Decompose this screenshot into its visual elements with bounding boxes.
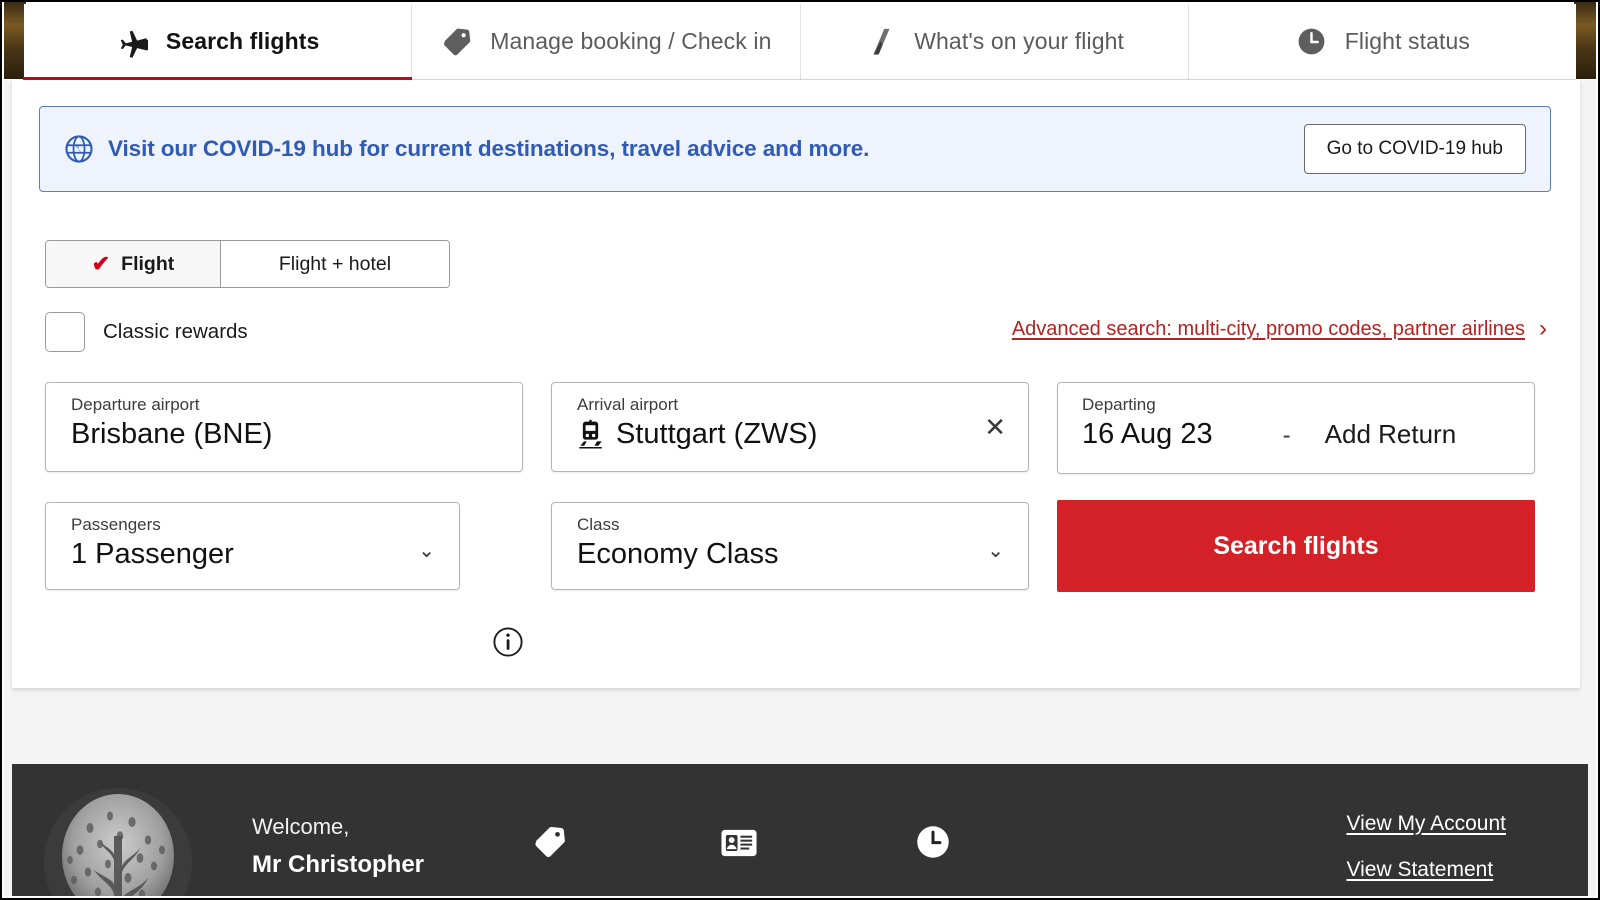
tail-fin-icon [864, 25, 898, 59]
info-icon[interactable] [492, 626, 524, 658]
covid-banner: Visit our COVID-19 hub for current desti… [39, 106, 1551, 192]
departure-airport-value: Brisbane (BNE) [71, 418, 273, 451]
go-to-covid-hub-button[interactable]: Go to COVID-19 hub [1303, 124, 1526, 174]
booking-card: Visit our COVID-19 hub for current desti… [12, 80, 1580, 688]
tab-label: What's on your flight [914, 28, 1124, 54]
tag-icon[interactable] [532, 824, 568, 865]
advanced-search-label: Advanced search: multi-city, promo codes… [1011, 317, 1525, 340]
dates-value-row: 16 Aug 23 - Add Return [1082, 416, 1516, 452]
tab-flight-status[interactable]: Flight status [1188, 4, 1576, 79]
search-flights-button[interactable]: Search flights [1057, 500, 1535, 592]
welcome-username: Mr Christopher [252, 851, 425, 878]
arrival-airport-field[interactable]: Arrival airport Stuttgart (ZWS) ✕ [551, 382, 1029, 472]
browser-edge-left [4, 2, 26, 79]
train-icon [577, 419, 604, 449]
classic-rewards-checkbox[interactable] [45, 312, 85, 352]
tab-manage-booking[interactable]: Manage booking / Check in [412, 4, 801, 79]
arrival-airport-label: Arrival airport [577, 395, 679, 414]
page-content: Visit our COVID-19 hub for current desti… [4, 80, 1596, 896]
advanced-search-link[interactable]: Advanced search: multi-city, promo codes… [1012, 317, 1547, 341]
id-card-icon[interactable] [720, 824, 758, 867]
classic-rewards-label: Classic rewards [103, 320, 248, 343]
trip-type-flight-hotel[interactable]: Flight + hotel [221, 241, 449, 287]
clock-icon [1295, 25, 1329, 59]
trip-type-flight-hotel-label: Flight + hotel [278, 252, 392, 275]
browser-window: Search flights Manage booking / Check in… [0, 0, 1600, 900]
tab-whats-on-your-flight[interactable]: What's on your flight [800, 4, 1189, 79]
class-field[interactable]: Class Economy Class ⌄ [551, 502, 1029, 590]
check-icon: ✔ [91, 251, 111, 276]
tab-label: Search flights [165, 28, 320, 54]
chevron-right-icon: › [1539, 315, 1547, 342]
class-value: Economy Class [577, 538, 779, 571]
tag-icon [440, 25, 474, 59]
welcome-greeting: Welcome, [252, 814, 350, 839]
browser-edge-right [1574, 2, 1596, 79]
covid-banner-text: Visit our COVID-19 hub for current desti… [108, 136, 870, 161]
avatar [44, 788, 192, 896]
account-footer: Welcome, Mr Christopher View My Account … [12, 764, 1588, 896]
chevron-down-icon[interactable]: ⌄ [987, 541, 1004, 561]
airplane-icon [116, 25, 150, 59]
arrival-airport-value-row: Stuttgart (ZWS) [577, 416, 1010, 452]
tab-label: Flight status [1344, 28, 1471, 54]
trip-type-flight-label: Flight [121, 252, 175, 275]
dates-field[interactable]: Departing 16 Aug 23 - Add Return [1057, 382, 1535, 474]
arrival-airport-value: Stuttgart (ZWS) [616, 418, 818, 451]
welcome-block: Welcome, Mr Christopher [252, 814, 424, 879]
clear-arrival-icon[interactable]: ✕ [984, 414, 1006, 440]
chevron-down-icon[interactable]: ⌄ [418, 541, 435, 561]
classic-rewards-group: Classic rewards [45, 312, 248, 352]
add-return-button[interactable]: Add Return [1325, 418, 1457, 451]
passengers-field[interactable]: Passengers 1 Passenger ⌄ [45, 502, 460, 590]
passengers-label: Passengers [71, 515, 161, 534]
view-statement-link[interactable]: View Statement [1346, 858, 1506, 882]
view-my-account-link[interactable]: View My Account [1346, 812, 1506, 836]
passengers-value: 1 Passenger [71, 538, 234, 571]
trip-type-flight[interactable]: ✔ Flight [46, 241, 221, 287]
departure-airport-field[interactable]: Departure airport Brisbane (BNE) [45, 382, 523, 472]
departing-date-value: 16 Aug 23 [1082, 418, 1213, 451]
footer-links: View My Account View Statement [1346, 812, 1506, 896]
trip-type-toggle: ✔ Flight Flight + hotel [45, 240, 450, 288]
class-label: Class [577, 515, 620, 534]
tab-search-flights[interactable]: Search flights [22, 4, 413, 81]
globe-icon [64, 134, 94, 164]
departure-airport-label: Departure airport [71, 395, 200, 414]
date-separator: - [1282, 422, 1291, 450]
main-tab-bar: Search flights Manage booking / Check in… [22, 4, 1576, 81]
departing-label: Departing [1082, 395, 1156, 414]
clock-icon[interactable] [915, 824, 951, 865]
tab-label: Manage booking / Check in [490, 28, 772, 54]
